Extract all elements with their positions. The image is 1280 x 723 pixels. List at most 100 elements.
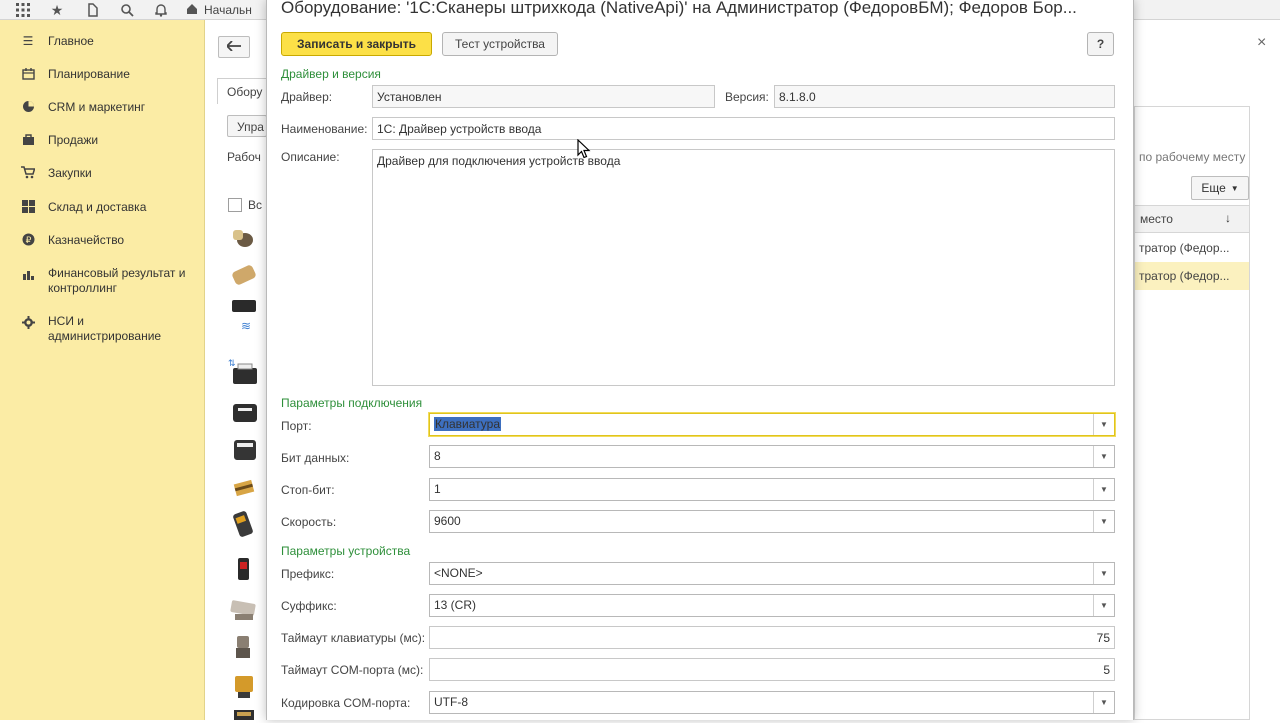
sidebar: ☰ Главное Планирование CRM и маркетинг П… <box>0 20 205 720</box>
barcode-scanner-icon <box>233 230 253 247</box>
home-tab-label: Начальн <box>204 3 252 17</box>
svg-text:₽: ₽ <box>25 235 31 245</box>
sidebar-item-label: НСИ и администрирование <box>48 314 162 343</box>
menu-icon: ☰ <box>22 34 34 48</box>
sidebar-item-sales[interactable]: Продажи <box>0 133 205 150</box>
equipment-dialog: Оборудование: '1С:Сканеры штрихкода (Nat… <box>266 0 1134 720</box>
equipment-type-icons: ≋ ⇅ <box>227 224 259 720</box>
label-scales-icon <box>236 636 250 658</box>
cash-drawer-icon <box>234 710 254 720</box>
warehouse-icon <box>20 200 36 217</box>
suffix-value: 13 (CR) <box>434 598 477 612</box>
databits-value: 8 <box>434 449 441 463</box>
label-printer-icon <box>234 440 256 460</box>
apps-grid-icon[interactable] <box>8 0 38 20</box>
databits-select[interactable]: 8 ▼ <box>429 445 1115 468</box>
sidebar-item-financial-result[interactable]: Финансовый результат и контроллинг <box>0 266 205 296</box>
column-header-label: место <box>1140 212 1173 226</box>
chevron-down-icon[interactable]: ▼ <box>1093 595 1114 616</box>
name-label: Наименование: <box>281 122 368 136</box>
sidebar-item-admin[interactable]: НСИ и администрирование <box>0 314 205 344</box>
star-icon[interactable]: ★ <box>42 0 72 20</box>
description-textarea[interactable]: Драйвер для подключения устройств ввода <box>372 149 1115 386</box>
prefix-value: <NONE> <box>434 566 483 580</box>
svg-text:≋: ≋ <box>241 319 251 333</box>
description-label: Описание: <box>281 150 340 164</box>
sidebar-item-treasury[interactable]: ₽ Казначейство <box>0 233 205 250</box>
com-timeout-field[interactable]: 5 <box>429 658 1115 681</box>
keyboard-timeout-label: Таймаут клавиатуры (мс): <box>281 631 426 645</box>
chevron-down-icon[interactable]: ▼ <box>1093 414 1114 435</box>
terminal-icon: ≋ <box>232 300 256 333</box>
suffix-label: Суффикс: <box>281 599 337 613</box>
receipt-printer-icon <box>233 404 257 422</box>
chart-icon <box>20 268 36 285</box>
sidebar-item-planning[interactable]: Планирование <box>0 67 205 84</box>
prefix-select[interactable]: <NONE> ▼ <box>429 562 1115 585</box>
com-encoding-select[interactable]: UTF-8 ▼ <box>429 691 1115 714</box>
magnetic-card-icon <box>233 479 255 497</box>
back-button[interactable] <box>218 36 250 58</box>
databits-label: Бит данных: <box>281 451 350 465</box>
workplace-label: Рабоч <box>227 150 261 164</box>
port-select[interactable]: Клавиатура ▼ <box>429 413 1115 436</box>
crm-icon <box>20 100 36 117</box>
dialog-title: Оборудование: '1С:Сканеры штрихкода (Nat… <box>281 0 1077 17</box>
history-icon[interactable] <box>78 0 108 20</box>
speed-select[interactable]: 9600 ▼ <box>429 510 1115 533</box>
sidebar-item-label: Продажи <box>48 133 99 147</box>
pos-monitor-icon <box>235 676 253 698</box>
chevron-down-icon[interactable]: ▼ <box>1093 563 1114 584</box>
section-device-params: Параметры устройства <box>281 544 411 558</box>
speed-label: Скорость: <box>281 515 337 529</box>
sidebar-item-main[interactable]: ☰ Главное <box>0 34 205 49</box>
speed-value: 9600 <box>434 514 461 528</box>
equipment-tab[interactable]: Обору <box>217 78 267 104</box>
data-collection-terminal-icon <box>238 558 249 580</box>
help-button[interactable]: ? <box>1087 32 1114 56</box>
section-connection-params: Параметры подключения <box>281 396 423 410</box>
svg-text:⇅: ⇅ <box>228 359 236 369</box>
table-row[interactable]: тратор (Федор... <box>1135 262 1249 290</box>
driver-field: Установлен <box>372 85 715 108</box>
home-tab[interactable]: Начальн <box>186 0 276 20</box>
show-all-label: Вс <box>248 198 263 212</box>
save-and-close-button[interactable]: Записать и закрыть <box>281 32 432 56</box>
chevron-down-icon[interactable]: ▼ <box>1093 692 1114 713</box>
sidebar-item-label: Главное <box>48 34 94 48</box>
com-encoding-value: UTF-8 <box>434 695 468 709</box>
test-device-button[interactable]: Тест устройства <box>442 32 558 56</box>
scales-icon <box>230 600 256 620</box>
sidebar-item-label: Склад и доставка <box>48 200 147 214</box>
chevron-down-icon[interactable]: ▼ <box>1093 511 1114 532</box>
table-row[interactable]: тратор (Федор... <box>1135 234 1249 262</box>
bell-icon[interactable] <box>146 0 176 20</box>
show-all-checkbox[interactable] <box>228 198 242 212</box>
manage-button[interactable]: Упра <box>227 115 267 137</box>
suffix-select[interactable]: 13 (CR) ▼ <box>429 594 1115 617</box>
sidebar-item-warehouse[interactable]: Склад и доставка <box>0 200 205 217</box>
manage-button-label: Упра <box>237 120 264 134</box>
name-field[interactable]: 1С: Драйвер устройств ввода <box>372 117 1115 140</box>
home-icon <box>186 3 198 18</box>
keyboard-timeout-field[interactable]: 75 <box>429 626 1115 649</box>
planning-icon <box>20 67 36 84</box>
chevron-down-icon[interactable]: ▼ <box>1093 446 1114 467</box>
card-reader-icon <box>232 265 256 285</box>
fiscal-printer-icon: ⇅ <box>228 359 257 384</box>
sidebar-item-purchases[interactable]: Закупки <box>0 166 205 183</box>
chevron-down-icon[interactable]: ▼ <box>1093 479 1114 500</box>
sales-icon <box>20 133 36 150</box>
column-header-workplace[interactable]: место ↓ <box>1134 205 1250 233</box>
stopbit-select[interactable]: 1 ▼ <box>429 478 1115 501</box>
gear-icon <box>20 316 36 333</box>
search-icon[interactable] <box>112 0 142 20</box>
sidebar-item-crm[interactable]: CRM и маркетинг <box>0 100 205 117</box>
stopbit-value: 1 <box>434 482 441 496</box>
sidebar-item-label: Планирование <box>48 67 130 81</box>
sidebar-item-label: Закупки <box>48 166 92 180</box>
row-cell: тратор (Федор... <box>1139 269 1230 283</box>
stopbit-label: Стоп-бит: <box>281 483 335 497</box>
mouse-pointer-icon <box>577 138 591 159</box>
close-icon[interactable]: × <box>1257 34 1266 52</box>
